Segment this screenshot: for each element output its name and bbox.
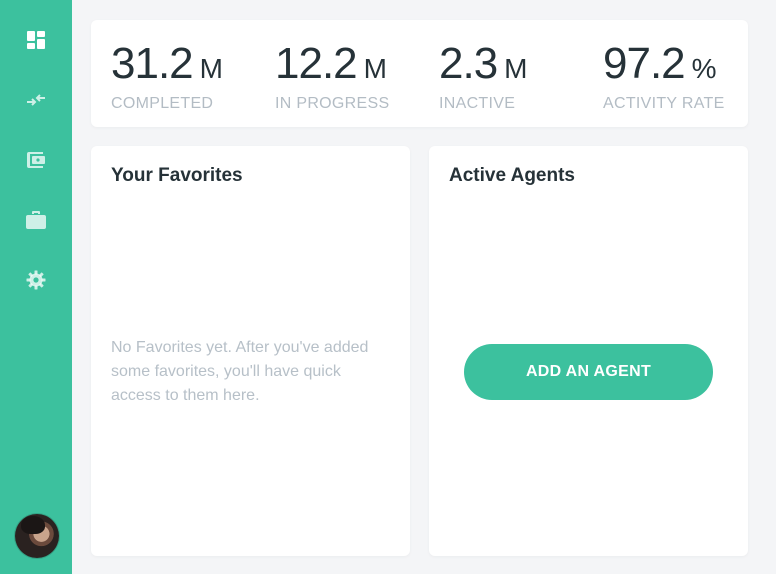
sidebar-item-wallet[interactable] — [0, 140, 72, 180]
stat-in-progress: 12.2 M IN PROGRESS — [275, 40, 389, 113]
favorites-title: Your Favorites — [111, 165, 243, 186]
favorites-empty-message: No Favorites yet. After you've added som… — [111, 339, 369, 404]
stat-value: 31.2 M — [111, 40, 223, 93]
stat-value: 12.2 M — [275, 40, 389, 93]
stat-label: COMPLETED — [111, 95, 214, 112]
dashboard-icon — [27, 31, 45, 49]
stat-value: 2.3 M — [439, 40, 528, 93]
stat-label: ACTIVITY RATE — [603, 95, 725, 112]
gear-icon — [26, 270, 46, 290]
stat-number: 2.3 — [439, 39, 498, 88]
wallet-icon — [27, 152, 45, 168]
sidebar-item-transfers[interactable] — [0, 80, 72, 120]
transfer-arrows-icon — [26, 93, 46, 107]
sidebar-item-briefcase[interactable] — [0, 200, 72, 240]
sidebar — [0, 0, 72, 574]
stat-label: INACTIVE — [439, 95, 516, 112]
stat-unit: M — [363, 53, 387, 84]
stats-card: 31.2 M COMPLETED 12.2 M IN PROGRESS 2.3 … — [91, 20, 748, 127]
stat-value: 97.2 % — [603, 40, 725, 93]
stat-number: 31.2 — [111, 39, 194, 88]
stat-unit: M — [504, 53, 528, 84]
stat-unit: % — [691, 53, 717, 84]
sidebar-item-dashboard[interactable] — [0, 20, 72, 60]
stat-number: 97.2 — [603, 39, 686, 88]
sidebar-item-settings[interactable] — [0, 260, 72, 300]
stat-label: IN PROGRESS — [275, 95, 390, 112]
favorites-card: Your Favorites No Favorites yet. After y… — [91, 146, 410, 556]
add-agent-button[interactable]: ADD AN AGENT — [464, 344, 713, 400]
stat-inactive: 2.3 M INACTIVE — [439, 40, 528, 113]
active-agents-title: Active Agents — [449, 165, 575, 186]
stat-completed: 31.2 M COMPLETED — [111, 40, 223, 113]
briefcase-icon — [26, 211, 46, 229]
active-agents-card: Active Agents ADD AN AGENT — [429, 146, 748, 556]
stat-activity-rate: 97.2 % ACTIVITY RATE — [603, 40, 725, 113]
stat-unit: M — [199, 53, 223, 84]
stat-number: 12.2 — [275, 39, 358, 88]
user-avatar[interactable] — [15, 514, 59, 558]
